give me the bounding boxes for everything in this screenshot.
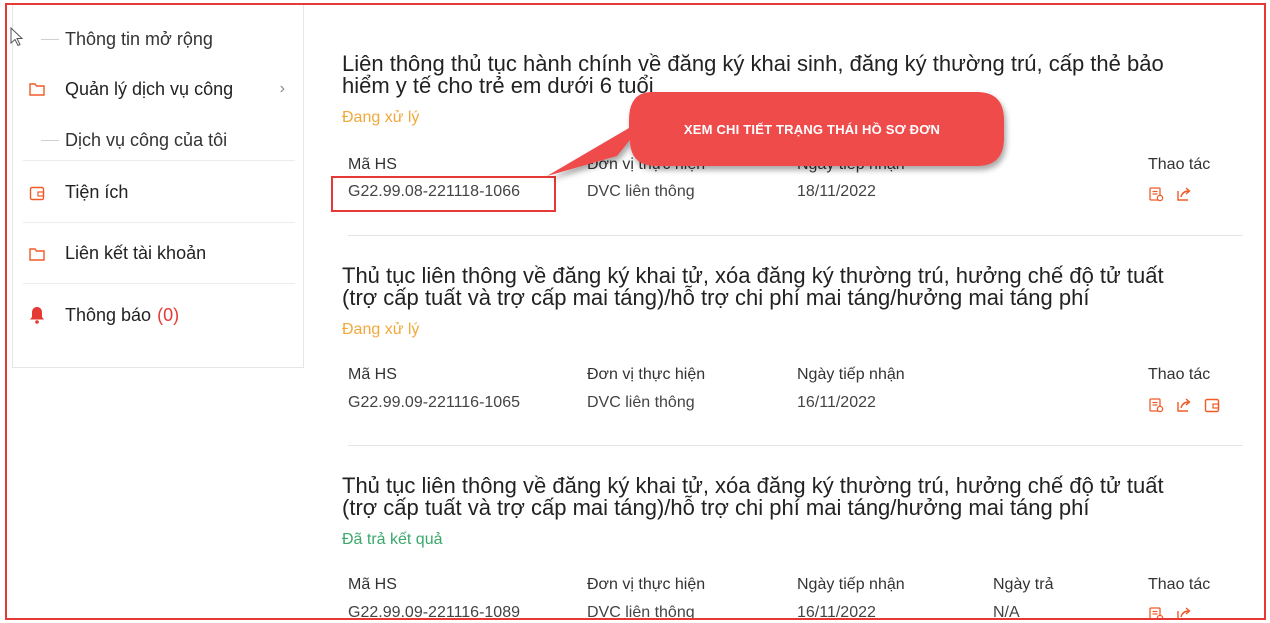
highlight-box xyxy=(331,176,556,212)
sidebar-item-public-service-management[interactable]: Quản lý dịch vụ công › xyxy=(23,59,295,119)
sidebar-subitem-label: Dịch vụ công của tôi xyxy=(65,130,228,150)
record-actions xyxy=(1148,397,1220,413)
callout-text: XEM CHI TIẾT TRẠNG THÁI HỒ SƠ ĐƠN xyxy=(683,121,941,137)
sidebar-item-label: Tiện ích xyxy=(65,182,129,202)
annotation-callout: XEM CHI TIẾT TRẠNG THÁI HỒ SƠ ĐƠN xyxy=(547,88,1004,176)
record-code[interactable]: G22.99.09-221116-1065 xyxy=(348,394,520,412)
record-code[interactable]: G22.99.09-221116-1089 xyxy=(348,604,520,618)
record-title[interactable]: Thủ tục liên thông về đăng ký khai tử, x… xyxy=(342,475,1242,519)
screenshot-frame: Thông tin mở rộng Quản lý dịch vụ công ›… xyxy=(5,3,1266,620)
view-detail-icon[interactable] xyxy=(1148,186,1164,202)
record-card: Thủ tục liên thông về đăng ký khai tử, x… xyxy=(342,475,1242,549)
sidebar-item-account-link[interactable]: Liên kết tài khoản xyxy=(23,224,295,284)
sidebar-item-label: Thông báo xyxy=(65,304,152,325)
status-badge: Đã trả kết quả xyxy=(342,531,443,548)
wallet-icon xyxy=(29,185,45,201)
mouse-cursor-icon xyxy=(10,26,24,52)
sidebar: Thông tin mở rộng Quản lý dịch vụ công ›… xyxy=(12,5,304,368)
notification-count-badge: (0) xyxy=(157,304,180,325)
sidebar-item-label: Liên kết tài khoản xyxy=(65,243,207,263)
folder-icon xyxy=(29,81,45,97)
chevron-right-icon: › xyxy=(279,80,285,97)
sidebar-subitem-label: Thông tin mở rộng xyxy=(65,28,213,49)
record-actions xyxy=(1148,186,1192,202)
folder-icon xyxy=(29,246,45,262)
record-actions xyxy=(1148,606,1192,618)
record-divider xyxy=(348,235,1243,236)
bell-icon xyxy=(29,307,45,324)
share-icon[interactable] xyxy=(1176,397,1192,413)
wallet-icon[interactable] xyxy=(1204,397,1220,413)
sidebar-item-notifications[interactable]: Thông báo (0) xyxy=(23,285,295,345)
sidebar-item-label: Quản lý dịch vụ công xyxy=(65,78,234,99)
view-detail-icon[interactable] xyxy=(1148,397,1164,413)
status-badge: Đang xử lý xyxy=(342,321,420,338)
sidebar-subitem-extended-info[interactable]: Thông tin mở rộng xyxy=(13,19,213,59)
record-divider xyxy=(348,445,1243,446)
sidebar-item-utilities[interactable]: Tiện ích xyxy=(23,163,295,223)
record-card: Thủ tục liên thông về đăng ký khai tử, x… xyxy=(342,265,1242,339)
share-icon[interactable] xyxy=(1176,186,1192,202)
share-icon[interactable] xyxy=(1176,606,1192,618)
record-title[interactable]: Thủ tục liên thông về đăng ký khai tử, x… xyxy=(342,265,1242,309)
sidebar-subitem-my-services[interactable]: Dịch vụ công của tôi xyxy=(23,121,295,161)
view-detail-icon[interactable] xyxy=(1148,606,1164,618)
